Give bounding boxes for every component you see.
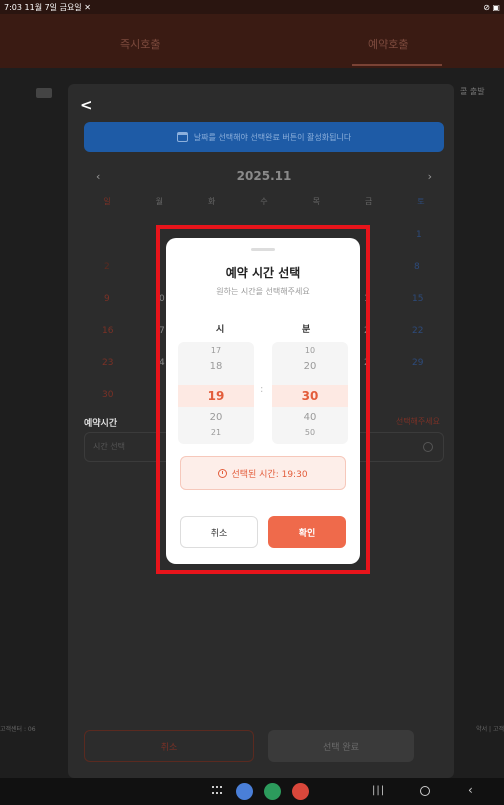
system-nav-bar: ||| ‹ xyxy=(0,778,504,805)
banner-text: 날짜를 선택해야 선택완료 버튼이 활성화됩니다 xyxy=(193,132,352,142)
selected-time-display: 선택된 시간: 19:30 xyxy=(180,456,346,490)
app-drawer-icon[interactable] xyxy=(212,786,224,796)
modal-grabber[interactable] xyxy=(251,248,275,251)
nav-back-icon[interactable]: ‹ xyxy=(468,783,473,797)
modal-cancel-button[interactable]: 취소 xyxy=(180,516,258,548)
weekday-label: 수 xyxy=(260,197,268,206)
calendar-day[interactable]: 2 xyxy=(364,326,370,336)
calendar-day[interactable]: 23 xyxy=(102,358,113,368)
select-done-label: 선택 완료 xyxy=(323,742,359,753)
selected-minute[interactable]: 30 xyxy=(272,389,348,403)
calendar-day[interactable]: 2 xyxy=(104,262,110,272)
calendar-day[interactable]: 16 xyxy=(102,326,113,336)
recent-apps-icon[interactable]: ||| xyxy=(372,785,385,796)
modal-confirm-button[interactable]: 확인 xyxy=(268,516,346,548)
drive-app-icon[interactable] xyxy=(236,783,253,800)
prev-month-button[interactable]: ‹ xyxy=(96,170,100,183)
modal-subtitle: 원하는 시간을 선택해주세요 xyxy=(216,287,310,296)
modal-confirm-label: 확인 xyxy=(298,528,316,539)
terms-text: 약서 | 고객 xyxy=(476,726,504,733)
chrome-icon[interactable] xyxy=(292,783,309,800)
background-label: 콜 출발 xyxy=(460,87,485,96)
hour-label: 시 xyxy=(216,325,225,335)
tab-instant-call[interactable]: 즉시호출 xyxy=(120,36,160,52)
calendar-day[interactable]: 4 xyxy=(159,358,165,368)
select-done-button[interactable]: 선택 완료 xyxy=(268,730,414,762)
home-icon[interactable] xyxy=(420,786,430,796)
status-time: 7:03 11월 7일 금요일 ✕ xyxy=(4,2,91,12)
calendar-day[interactable]: 9 xyxy=(104,294,110,304)
time-input-placeholder: 시간 선택 xyxy=(93,442,125,451)
sheet-cancel-button[interactable]: 취소 xyxy=(84,730,254,762)
minute-option[interactable]: 10 xyxy=(272,346,348,355)
reservation-hint: 선택해주세요 xyxy=(395,417,440,426)
calendar-day[interactable]: 8 xyxy=(414,262,420,272)
info-banner: 날짜를 선택해야 선택완료 버튼이 활성화됩니다 xyxy=(84,122,444,152)
calendar-day[interactable]: 1 xyxy=(416,230,422,240)
minute-option[interactable]: 50 xyxy=(272,428,348,437)
weekday-label: 토 xyxy=(417,197,425,206)
modal-cancel-label: 취소 xyxy=(210,528,228,539)
tab-reservation-call[interactable]: 예약호출 xyxy=(368,36,408,52)
minute-option[interactable]: 20 xyxy=(272,361,348,372)
clock-icon xyxy=(218,468,228,478)
time-separator: : xyxy=(260,384,264,395)
calendar-day[interactable]: 22 xyxy=(412,326,423,336)
weekday-label: 화 xyxy=(207,197,216,206)
hour-option[interactable]: 20 xyxy=(178,412,254,423)
modal-title: 예약 시간 선택 xyxy=(225,266,301,280)
calendar-day[interactable]: 29 xyxy=(412,358,423,368)
back-icon[interactable]: < xyxy=(80,96,93,114)
calendar-day[interactable]: 2 xyxy=(364,358,370,368)
weekday-label: 금 xyxy=(364,197,373,206)
weekday-label: 일 xyxy=(103,197,111,206)
calendar-icon xyxy=(176,132,188,142)
hour-wheel[interactable]: 17 18 19 20 21 xyxy=(178,342,254,444)
hour-option[interactable]: 17 xyxy=(178,346,254,355)
play-store-icon[interactable] xyxy=(264,783,281,800)
minute-label: 분 xyxy=(302,325,311,335)
calendar-day[interactable]: 30 xyxy=(102,390,113,400)
reservation-time-label: 예약시간 xyxy=(84,419,118,429)
time-picker-modal: 예약 시간 선택 원하는 시간을 선택해주세요 시 분 17 18 19 20 … xyxy=(166,238,360,564)
weekday-label: 월 xyxy=(155,197,164,206)
status-bar: 7:03 11월 7일 금요일 ✕ ⊘ ▣ xyxy=(0,0,504,14)
next-month-button[interactable]: › xyxy=(428,170,432,183)
calendar-day[interactable]: 15 xyxy=(412,294,423,304)
car-icon xyxy=(36,88,52,98)
hour-option[interactable]: 21 xyxy=(178,428,254,437)
selected-time-text: 선택된 시간: 19:30 xyxy=(231,469,308,480)
clock-icon xyxy=(423,442,433,452)
calendar-day[interactable]: 0 xyxy=(159,294,165,304)
app-header: 즉시호출 예약호출 xyxy=(0,14,504,68)
calendar-day[interactable]: 7 xyxy=(159,326,165,336)
calendar-nav: ‹ 2025.11 › xyxy=(84,168,444,184)
minute-option[interactable]: 40 xyxy=(272,412,348,423)
weekday-header: 일 월 화 수 목 금 토 xyxy=(84,196,444,207)
status-icons: ⊘ ▣ xyxy=(483,2,500,12)
customer-center-text: 고객센터 : 06 xyxy=(0,726,36,733)
selected-hour[interactable]: 19 xyxy=(178,389,254,403)
calendar-day[interactable]: 1 xyxy=(364,294,370,304)
hour-option[interactable]: 18 xyxy=(178,361,254,372)
weekday-label: 목 xyxy=(312,197,320,206)
sheet-cancel-label: 취소 xyxy=(160,742,178,753)
minute-wheel[interactable]: 10 20 30 40 50 xyxy=(272,342,348,444)
calendar-month-title: 2025.11 xyxy=(236,169,292,183)
active-tab-indicator xyxy=(352,64,442,66)
